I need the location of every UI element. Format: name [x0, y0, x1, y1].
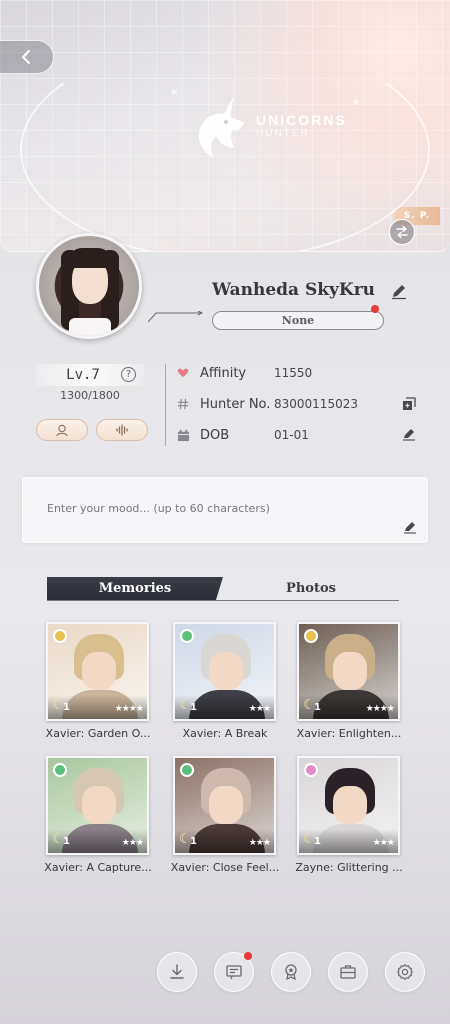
card-level: 1 — [63, 702, 70, 713]
rarity-medal-icon — [304, 763, 318, 777]
card-stars: ★★★ — [121, 838, 144, 848]
exp-progress: 1300/1800 — [60, 389, 120, 402]
memory-card-image: ☾ 1 ★★★ — [46, 756, 149, 855]
card-level: 1 — [63, 836, 70, 847]
title-selector[interactable]: None — [212, 311, 384, 330]
card-level: 1 — [190, 836, 197, 847]
avatar-frame-icon — [56, 424, 68, 437]
settings-button[interactable] — [385, 952, 425, 992]
affinity-label: Affinity — [200, 365, 247, 381]
memory-card[interactable]: ☾ 1 ★★★ Xavier: A Break — [173, 622, 276, 740]
hunter-number-row: Hunter No. 83000115023 — [176, 395, 358, 413]
download-icon — [170, 964, 184, 979]
appearance-button[interactable] — [36, 419, 88, 441]
dob-label: DOB — [200, 427, 230, 443]
download-button[interactable] — [157, 952, 197, 992]
dob-row: DOB 01-01 — [176, 426, 309, 444]
unicorn-logo-icon — [198, 96, 244, 158]
memory-card-image: ☾ 1 ★★★★ — [46, 622, 149, 721]
card-stars: ★★★ — [248, 704, 271, 714]
connector-line — [148, 311, 204, 323]
back-button[interactable] — [0, 40, 54, 74]
rarity-medal-icon — [53, 763, 67, 777]
memory-card-image: ☾ 1 ★★★ — [297, 756, 400, 855]
edit-dob-icon[interactable] — [402, 427, 416, 441]
message-icon — [226, 965, 242, 980]
rarity-medal-icon — [180, 629, 194, 643]
hunter-number-label: Hunter No. — [200, 396, 271, 412]
avatar[interactable] — [36, 233, 142, 339]
badge-icon — [285, 964, 297, 981]
memory-card-image: ☾ 1 ★★★ — [173, 622, 276, 721]
info-divider — [165, 364, 166, 446]
logo-text: UNICORNS HUNTER — [256, 112, 347, 139]
settings-icon — [397, 964, 413, 980]
affinity-row: Affinity 11550 — [176, 364, 312, 382]
badge-button[interactable] — [271, 952, 311, 992]
memory-card-title: Xavier: A Break — [182, 727, 268, 740]
swap-background-button[interactable] — [389, 219, 415, 245]
title-notification-dot — [371, 305, 379, 313]
tab-memories[interactable]: Memories — [47, 577, 223, 600]
memory-card-title: Xavier: A Capture... — [44, 861, 152, 874]
sparkle — [170, 88, 178, 96]
card-level: 1 — [314, 702, 321, 713]
voice-button[interactable] — [96, 419, 148, 441]
tab-underline — [47, 600, 399, 601]
message-notification-dot — [244, 952, 252, 960]
calendar-icon — [176, 428, 190, 442]
hunter-number-value: 83000115023 — [274, 397, 358, 411]
voice-wave-icon — [116, 424, 128, 436]
affinity-value: 11550 — [274, 366, 313, 380]
card-stars: ★★★ — [372, 838, 395, 848]
heart-icon — [176, 366, 190, 380]
edit-name-icon[interactable] — [390, 282, 408, 300]
memory-card[interactable]: ☾ 1 ★★★★ Xavier: Garden O... — [46, 622, 150, 740]
briefcase-button[interactable] — [328, 952, 368, 992]
briefcase-icon — [340, 965, 356, 979]
mood-panel — [22, 477, 428, 543]
card-stars: ★★★ — [248, 838, 271, 848]
card-stars: ★★★★ — [365, 704, 395, 714]
rarity-medal-icon — [180, 763, 194, 777]
sparkle — [352, 98, 360, 106]
collection-tabs: Memories Photos — [47, 577, 399, 601]
edit-mood-icon[interactable] — [403, 520, 417, 534]
memory-card[interactable]: ☾ 1 ★★★★ Xavier: Enlighten... — [297, 622, 401, 740]
chevron-left-icon — [21, 50, 30, 64]
level-help-icon[interactable]: ? — [121, 367, 136, 382]
rarity-medal-icon — [53, 629, 67, 643]
memory-card[interactable]: ☾ 1 ★★★ Xavier: Close Feel... — [171, 756, 279, 874]
memory-card-title: Xavier: Close Feel... — [170, 861, 280, 874]
memory-card-title: Xavier: Enlighten... — [296, 727, 402, 740]
logo-title: UNICORNS — [256, 112, 347, 128]
logo-subtitle: HUNTER — [256, 128, 310, 139]
hash-icon — [176, 397, 190, 411]
dob-value: 01-01 — [274, 428, 309, 442]
profile-banner: UNICORNS HUNTER S. P. — [0, 0, 450, 252]
card-level: 1 — [314, 836, 321, 847]
memory-card-title: Zayne: Glittering ... — [295, 861, 403, 874]
mood-input[interactable] — [47, 502, 377, 515]
memory-card[interactable]: ☾ 1 ★★★ Xavier: A Capture... — [44, 756, 152, 874]
rarity-medal-icon — [304, 629, 318, 643]
memory-card-image: ☾ 1 ★★★★ — [297, 622, 400, 721]
copy-icon[interactable] — [402, 397, 416, 411]
card-stars: ★★★★ — [114, 704, 144, 714]
memory-card-image: ☾ 1 ★★★ — [173, 756, 276, 855]
swap-icon — [396, 225, 408, 239]
card-level: 1 — [190, 702, 197, 713]
memory-card[interactable]: ☾ 1 ★★★ Zayne: Glittering ... — [295, 756, 403, 874]
player-name: Wanheda SkyKru — [212, 280, 376, 300]
memory-card-title: Xavier: Garden O... — [45, 727, 151, 740]
tab-photos[interactable]: Photos — [223, 577, 399, 600]
